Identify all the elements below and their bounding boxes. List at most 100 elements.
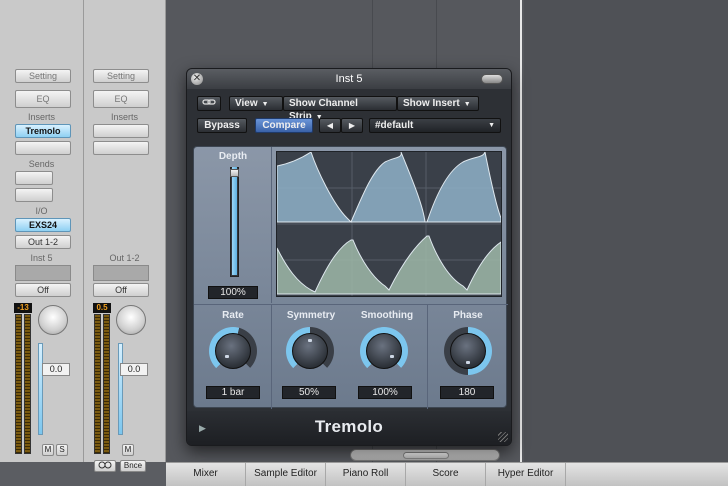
insert-slot-empty[interactable] xyxy=(93,124,149,138)
rate-section: Rate 1 bar xyxy=(194,305,272,409)
eq-button[interactable]: EQ xyxy=(15,90,71,108)
solo-button[interactable]: S xyxy=(56,444,68,456)
tab-sample-editor[interactable]: Sample Editor xyxy=(246,463,326,486)
output-slot[interactable]: Out 1-2 xyxy=(15,235,71,249)
fader-value[interactable]: 0.0 xyxy=(42,363,70,376)
pan-knob[interactable] xyxy=(38,305,68,335)
track-color-box xyxy=(15,265,71,281)
level-meter xyxy=(103,314,110,454)
setting-button[interactable]: Setting xyxy=(93,69,149,83)
depth-value[interactable]: 100% xyxy=(208,286,258,299)
tab-mixer[interactable]: Mixer xyxy=(166,463,246,486)
send-slot[interactable] xyxy=(15,188,53,202)
insert-slot-empty[interactable] xyxy=(15,141,71,155)
rate-knob[interactable] xyxy=(209,327,257,375)
inserts-label: Inserts xyxy=(110,112,138,122)
symmetry-smoothing-section: Symmetry Smoothing 50% 100% xyxy=(272,305,428,409)
symmetry-value[interactable]: 50% xyxy=(282,386,336,399)
phase-knob[interactable] xyxy=(444,327,492,375)
smoothing-knob[interactable] xyxy=(360,327,408,375)
fader-value[interactable]: 0.0 xyxy=(120,363,148,376)
phase-knob-pointer xyxy=(466,361,470,364)
stereo-link-icon[interactable] xyxy=(94,460,116,472)
smoothing-knob-body xyxy=(366,333,402,369)
channel-strip-inst5: Setting EQ Inserts Tremolo Sends I/O EXS… xyxy=(0,0,84,462)
show-channel-strip-menu[interactable]: Show Channel Strip▼ xyxy=(283,96,397,122)
level-meter xyxy=(15,314,22,454)
peak-display[interactable]: -13 xyxy=(14,303,32,313)
window-title: Inst 5 xyxy=(335,73,363,85)
insert-slot-tremolo[interactable]: Tremolo xyxy=(15,124,71,138)
tab-piano-roll[interactable]: Piano Roll xyxy=(326,463,406,486)
symmetry-knob-pointer xyxy=(308,339,312,342)
chevron-down-icon: ▼ xyxy=(261,101,269,108)
automation-mode[interactable]: Off xyxy=(93,283,149,297)
plugin-name-bar: ▶ Tremolo xyxy=(187,411,511,445)
depth-slider[interactable] xyxy=(230,167,239,277)
channel-name: Out 1-2 xyxy=(109,253,140,263)
depth-slider-handle[interactable] xyxy=(230,169,239,177)
insert-slot-empty[interactable] xyxy=(93,141,149,155)
show-insert-label: Show Insert xyxy=(403,98,460,109)
window-titlebar[interactable]: ✕ Inst 5 xyxy=(187,69,511,89)
waveform-graph xyxy=(276,150,502,296)
plugin-window: ✕ Inst 5 View▼ Show Channel Strip▼ Show … xyxy=(186,68,512,446)
channel-name: Inst 5 xyxy=(30,253,53,263)
bounce-button[interactable]: Bnce xyxy=(120,460,146,472)
input-slot[interactable]: EXS24 xyxy=(15,218,71,232)
upper-waveform xyxy=(276,150,502,223)
link-icon[interactable] xyxy=(197,96,221,111)
smoothing-knob-pointer xyxy=(390,355,394,358)
eq-button[interactable]: EQ xyxy=(93,90,149,108)
plugin-panel: Depth 100% Rate 1 bar Symmetry Smoothing… xyxy=(193,146,508,409)
depth-section: Depth 100% xyxy=(194,147,272,303)
symmetry-knob[interactable] xyxy=(286,327,334,375)
volume-fader[interactable] xyxy=(118,343,123,435)
phase-section: Phase 180 xyxy=(428,305,508,409)
mute-button[interactable]: M xyxy=(122,444,134,456)
toolbar-toggle-icon[interactable] xyxy=(481,74,503,84)
phase-label: Phase xyxy=(453,310,483,321)
knob-row: Rate 1 bar Symmetry Smoothing 50% 100% P… xyxy=(194,304,508,409)
bypass-button[interactable]: Bypass xyxy=(197,118,247,133)
preset-menu[interactable]: #default ▼ xyxy=(369,118,501,133)
send-slot[interactable] xyxy=(15,171,53,185)
automation-mode[interactable]: Off xyxy=(15,283,71,297)
level-meter xyxy=(24,314,31,454)
next-preset-icon[interactable]: ▶ xyxy=(341,118,363,133)
view-menu[interactable]: View ▼ xyxy=(229,96,283,111)
tab-hyper-editor[interactable]: Hyper Editor xyxy=(486,463,566,486)
depth-label: Depth xyxy=(218,151,248,162)
io-label: I/O xyxy=(35,206,48,216)
horizontal-scrollbar[interactable] xyxy=(350,449,500,461)
mute-button[interactable]: M xyxy=(42,444,54,456)
close-icon[interactable]: ✕ xyxy=(191,73,203,85)
inserts-label: Inserts xyxy=(27,112,55,122)
volume-fader[interactable] xyxy=(38,343,43,435)
rate-knob-body xyxy=(215,333,251,369)
setting-button[interactable]: Setting xyxy=(15,69,71,83)
lower-waveform xyxy=(276,235,502,295)
previous-preset-icon[interactable]: ◀ xyxy=(319,118,341,133)
view-menu-label: View xyxy=(235,98,258,109)
scroll-thumb[interactable] xyxy=(403,452,449,459)
pan-knob[interactable] xyxy=(116,305,146,335)
chevron-down-icon: ▼ xyxy=(463,101,471,108)
smoothing-value[interactable]: 100% xyxy=(358,386,412,399)
playhead[interactable] xyxy=(520,0,522,462)
track-region xyxy=(524,0,728,462)
sends-label: Sends xyxy=(28,159,55,169)
show-insert-menu[interactable]: Show Insert ▼ xyxy=(397,96,479,111)
compare-button[interactable]: Compare xyxy=(255,118,313,133)
lfo-waveform-display xyxy=(276,150,502,297)
smoothing-label: Smoothing xyxy=(360,310,414,321)
rate-value[interactable]: 1 bar xyxy=(206,386,260,399)
peak-display[interactable]: 0.5 xyxy=(93,303,111,313)
phase-value[interactable]: 180 xyxy=(440,386,494,399)
level-meter xyxy=(94,314,101,454)
resize-grip-icon[interactable] xyxy=(498,432,508,442)
editor-tab-bar: Mixer Sample Editor Piano Roll Score Hyp… xyxy=(166,462,728,486)
symmetry-label: Symmetry xyxy=(286,310,336,321)
tab-score[interactable]: Score xyxy=(406,463,486,486)
chevron-down-icon: ▼ xyxy=(488,122,495,129)
